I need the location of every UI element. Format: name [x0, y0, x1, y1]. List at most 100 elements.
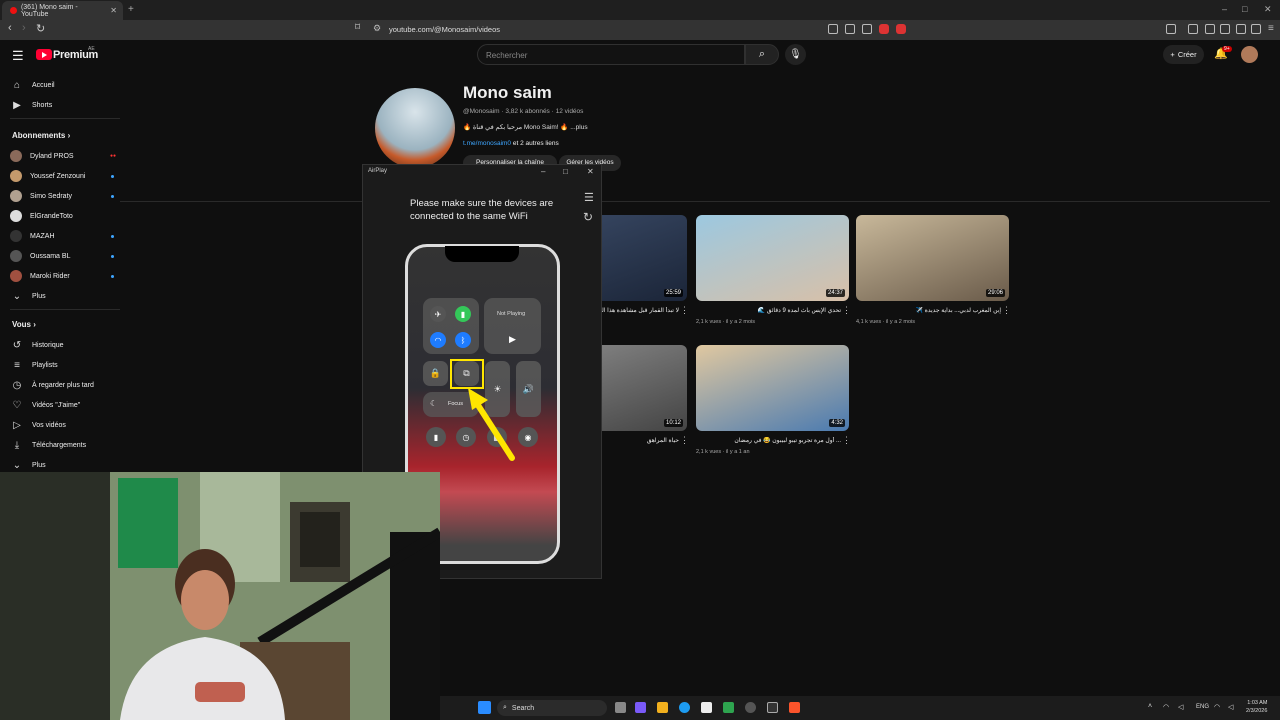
- search-input[interactable]: Rechercher: [477, 44, 745, 65]
- refresh-icon[interactable]: ↻: [583, 210, 593, 224]
- brave-rewards-icon[interactable]: [896, 24, 906, 34]
- subscription-label: MAZAH: [30, 232, 55, 240]
- channel-description[interactable]: 🔥 مرحبا بكم في قناة Mono Saim! 🔥 ...plus: [463, 123, 588, 131]
- youtube-logo-icon[interactable]: [36, 49, 52, 60]
- more-options-icon[interactable]: ⋮: [842, 305, 851, 316]
- app-icon[interactable]: [723, 702, 734, 713]
- leo-icon[interactable]: [1236, 24, 1246, 34]
- task-view-icon[interactable]: [615, 702, 626, 713]
- video-thumbnail[interactable]: 24:37: [696, 215, 849, 301]
- clock[interactable]: 1:03 AM 2/3/2026: [1246, 699, 1267, 715]
- guide-menu-icon[interactable]: ☰: [12, 48, 24, 64]
- brave-shield-icon[interactable]: [879, 24, 889, 34]
- search-icon: ⌕: [758, 48, 766, 60]
- you-item[interactable]: ♡ Vidéos "J'aime": [10, 395, 120, 415]
- airplay-maximize-icon[interactable]: □: [563, 167, 568, 176]
- sidebar-item-1[interactable]: ▶ Shorts: [10, 95, 120, 115]
- subscription-item[interactable]: Dyland PROS ●●: [10, 146, 120, 166]
- more-options-icon[interactable]: ⋮: [680, 435, 689, 446]
- airplay-close-icon[interactable]: ✕: [587, 167, 594, 176]
- store-icon[interactable]: [701, 702, 712, 713]
- you-item[interactable]: ≡ Playlists: [10, 355, 120, 375]
- chrome-icon[interactable]: [745, 702, 756, 713]
- video-card[interactable]: 29:06 ✈️ إبن المغرب لدبي... بداية جديدة 4,…: [856, 215, 1011, 331]
- forward-icon[interactable]: ›: [22, 22, 26, 34]
- start-icon[interactable]: [478, 701, 491, 714]
- wallet-icon[interactable]: [1220, 24, 1230, 34]
- sidebar-toggle-icon[interactable]: [1205, 24, 1215, 34]
- minimize-button[interactable]: –: [1222, 4, 1227, 14]
- subscription-item[interactable]: Maroki Rider: [10, 266, 120, 286]
- browser-tab[interactable]: (361) Mono saim - YouTube ✕: [2, 1, 123, 20]
- video-title[interactable]: أول مرة تجربو تيبو لبيبون 😂 في رمضان ...: [696, 437, 841, 444]
- close-window-button[interactable]: ✕: [1264, 4, 1272, 15]
- input-language[interactable]: ENG: [1196, 704, 1209, 710]
- subscription-item[interactable]: Oussama BL: [10, 246, 120, 266]
- airplay-minimize-icon[interactable]: –: [541, 167, 545, 176]
- close-tab-icon[interactable]: ✕: [110, 6, 117, 15]
- network-icon[interactable]: ◠: [1163, 703, 1169, 711]
- bluetooth-icon: ᛒ: [455, 332, 471, 348]
- volume-tray-icon[interactable]: ◁: [1228, 703, 1233, 711]
- reload-icon[interactable]: ↻: [36, 22, 45, 35]
- taskbar-search[interactable]: ⌕ Search: [497, 700, 607, 716]
- translate-icon[interactable]: [828, 24, 838, 34]
- airplay-app-icon[interactable]: [767, 702, 778, 713]
- video-thumbnail[interactable]: 29:06: [856, 215, 1009, 301]
- back-icon[interactable]: ‹: [8, 22, 12, 34]
- you-item[interactable]: ▷ Vos vidéos: [10, 415, 120, 435]
- bookmark-icon[interactable]: ⌑: [355, 22, 360, 33]
- subscription-item[interactable]: ElGrandeToto: [10, 206, 120, 226]
- airplay-menu-icon[interactable]: ☰: [584, 191, 594, 204]
- subscription-item[interactable]: MAZAH: [10, 226, 120, 246]
- create-button[interactable]: + Créer: [1163, 45, 1204, 64]
- subscription-label: Dyland PROS: [30, 152, 74, 160]
- channel-link-url[interactable]: t.me/monosaim0: [463, 140, 511, 147]
- menu-icon[interactable]: ≡: [1268, 23, 1274, 34]
- chevron-right-icon: ›: [67, 131, 71, 140]
- subscriptions-heading[interactable]: Abonnements ›: [12, 131, 70, 140]
- video-card[interactable]: 24:37 🌊 تحدي الإيس باث لمدة 9 دقائق 2,1 k …: [696, 215, 851, 331]
- account-avatar[interactable]: [1241, 46, 1258, 63]
- you-item-label: Plus: [32, 461, 46, 469]
- cast-icon[interactable]: [845, 24, 855, 34]
- browser-tab-bar: [0, 0, 1280, 20]
- subscriptions-more[interactable]: ⌄ Plus: [10, 286, 120, 306]
- sidebar-item-0[interactable]: ⌂ Accueil: [10, 75, 120, 95]
- more-options-icon[interactable]: ⋮: [680, 305, 689, 316]
- copilot-icon[interactable]: [635, 702, 646, 713]
- search-button[interactable]: ⌕: [745, 44, 779, 65]
- more-options-icon[interactable]: ⋮: [1002, 305, 1011, 316]
- wifi-tray-icon[interactable]: ◠: [1214, 703, 1220, 711]
- you-item[interactable]: ◷ À regarder plus tard: [10, 375, 120, 395]
- extensions-icon[interactable]: [1166, 24, 1176, 34]
- you-heading[interactable]: Vous ›: [12, 320, 36, 329]
- file-explorer-icon[interactable]: [657, 702, 668, 713]
- url-text[interactable]: youtube.com/@Monosaim/videos: [389, 25, 500, 34]
- media-icon[interactable]: [1188, 24, 1198, 34]
- voice-search-button[interactable]: 🎙: [785, 44, 806, 65]
- site-info-icon[interactable]: ⚙: [373, 23, 381, 34]
- video-meta: 2,1 k vues · il y a 1 an: [696, 449, 750, 455]
- share-icon[interactable]: [862, 24, 872, 34]
- video-card[interactable]: 4:32 أول مرة تجربو تيبو لبيبون 😂 في رمضان…: [696, 345, 851, 461]
- brave-icon[interactable]: [789, 702, 800, 713]
- new-tab-button[interactable]: +: [128, 4, 134, 15]
- download-icon: ⤓: [14, 439, 20, 451]
- you-item[interactable]: ⤓ Téléchargements: [10, 435, 120, 455]
- vpn-icon[interactable]: [1251, 24, 1261, 34]
- speaker-icon[interactable]: ◁: [1178, 703, 1183, 711]
- video-title[interactable]: 🌊 تحدي الإيس باث لمدة 9 دقائق: [696, 307, 841, 314]
- maximize-button[interactable]: □: [1242, 4, 1247, 14]
- video-title[interactable]: ✈️ إبن المغرب لدبي... بداية جديدة: [856, 307, 1001, 314]
- video-thumbnail[interactable]: 4:32: [696, 345, 849, 431]
- channel-link[interactable]: t.me/monosaim0 et 2 autres liens: [463, 140, 559, 147]
- more-options-icon[interactable]: ⋮: [842, 435, 851, 446]
- edge-icon[interactable]: [679, 702, 690, 713]
- subscription-item[interactable]: Youssef Zenzouni: [10, 166, 120, 186]
- tray-chevron-icon[interactable]: ˄: [1148, 703, 1152, 710]
- sidebar-divider: [10, 118, 120, 119]
- you-item[interactable]: ↺ Historique: [10, 335, 120, 355]
- wifi-icon: ◠: [430, 332, 446, 348]
- subscription-item[interactable]: Simo Sedraty: [10, 186, 120, 206]
